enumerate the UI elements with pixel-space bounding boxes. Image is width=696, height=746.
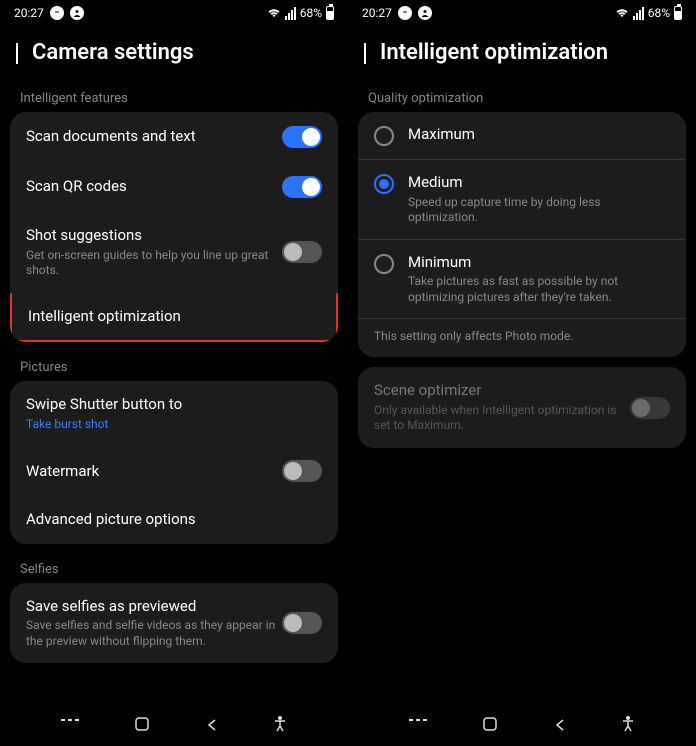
section-label-pictures: Pictures (10, 352, 338, 381)
toggle-scan-documents[interactable] (282, 126, 322, 148)
radio-row-medium[interactable]: Medium Speed up capture time by doing le… (358, 160, 686, 240)
row-subtitle: Take pictures as fast as possible by not… (408, 274, 670, 305)
toggle-scene-optimizer (630, 397, 670, 419)
section-label-quality: Quality optimization (358, 83, 686, 112)
row-title: Scan QR codes (26, 177, 282, 197)
radio-row-minimum[interactable]: Minimum Take pictures as fast as possibl… (358, 240, 686, 320)
header: Intelligent optimization (348, 26, 696, 83)
card-intelligent-features: Scan documents and text Scan QR codes Sh… (10, 112, 338, 342)
screen-intelligent-optimization: 20:27 − 68% Intelligent optimization Qua… (348, 0, 696, 746)
status-time: 20:27 (362, 6, 392, 20)
row-scan-documents[interactable]: Scan documents and text (10, 112, 338, 162)
page-title: Camera settings (32, 40, 194, 65)
back-button[interactable] (364, 43, 366, 62)
row-advanced-picture[interactable]: Advanced picture options (10, 496, 338, 544)
header: Camera settings (0, 26, 348, 83)
row-title: Medium (408, 173, 670, 193)
card-quality-optimization: Maximum Medium Speed up capture time by … (358, 112, 686, 357)
signal-icon (285, 7, 296, 20)
row-watermark[interactable]: Watermark (10, 446, 338, 496)
row-subtitle: Only available when Intelligent optimiza… (374, 403, 630, 434)
battery-percent: 68% (300, 6, 322, 20)
nav-back-icon[interactable] (206, 717, 218, 736)
status-minus-icon: − (398, 6, 412, 20)
nav-home-icon[interactable] (134, 716, 150, 736)
card-selfies: Save selfies as previewed Save selfies a… (10, 583, 338, 664)
status-time: 20:27 (14, 6, 44, 20)
row-subtitle: Speed up capture time by doing less opti… (408, 195, 670, 226)
row-intelligent-optimization[interactable]: Intelligent optimization (10, 293, 338, 343)
radio-row-maximum[interactable]: Maximum (358, 112, 686, 160)
row-shot-suggestions[interactable]: Shot suggestions Get on-screen guides to… (10, 212, 338, 293)
wifi-icon (267, 8, 281, 18)
row-title: Scan documents and text (26, 127, 282, 147)
nav-accessibility-icon[interactable] (621, 716, 635, 736)
section-label-intelligent: Intelligent features (10, 83, 338, 112)
chevron-left-icon (16, 43, 18, 64)
wifi-icon (615, 8, 629, 18)
row-title: Intelligent optimization (28, 307, 320, 327)
radio-icon (374, 254, 394, 274)
chevron-left-icon (364, 43, 366, 64)
row-subtitle: Save selfies and selfie videos as they a… (26, 618, 282, 649)
status-minus-icon: − (50, 6, 64, 20)
status-bar: 20:27 − 68% (0, 0, 348, 26)
toggle-scan-qr[interactable] (282, 176, 322, 198)
nav-accessibility-icon[interactable] (273, 716, 287, 736)
nav-recent-icon[interactable] (409, 717, 427, 736)
radio-icon-selected (374, 174, 394, 194)
nav-back-icon[interactable] (554, 717, 566, 736)
row-title: Swipe Shutter button to (26, 395, 322, 415)
card-scene-optimizer: Scene optimizer Only available when Inte… (358, 367, 686, 448)
row-title: Maximum (408, 125, 670, 145)
row-subtitle: Get on-screen guides to help you line up… (26, 248, 282, 279)
note-photo-mode: This setting only affects Photo mode. (358, 319, 686, 357)
row-title: Watermark (26, 462, 282, 482)
row-save-selfies[interactable]: Save selfies as previewed Save selfies a… (10, 583, 338, 664)
status-bar: 20:27 − 68% (348, 0, 696, 26)
battery-icon (674, 6, 682, 20)
battery-percent: 68% (648, 6, 670, 20)
status-profile-icon (70, 6, 84, 20)
nav-bar (348, 706, 696, 746)
toggle-save-selfies[interactable] (282, 612, 322, 634)
battery-icon (326, 6, 334, 20)
row-title: Minimum (408, 253, 670, 273)
toggle-shot-suggestions[interactable] (282, 241, 322, 263)
section-label-selfies: Selfies (10, 554, 338, 583)
signal-icon (633, 7, 644, 20)
row-title: Shot suggestions (26, 226, 282, 246)
row-title: Save selfies as previewed (26, 597, 282, 617)
page-title: Intelligent optimization (380, 40, 608, 65)
status-profile-icon (418, 6, 432, 20)
row-scene-optimizer: Scene optimizer Only available when Inte… (358, 367, 686, 448)
card-pictures: Swipe Shutter button to Take burst shot … (10, 381, 338, 544)
screen-camera-settings: 20:27 − 68% Camera settings Intelligent … (0, 0, 348, 746)
row-title: Scene optimizer (374, 381, 630, 401)
row-scan-qr[interactable]: Scan QR codes (10, 162, 338, 212)
nav-home-icon[interactable] (482, 716, 498, 736)
row-swipe-shutter[interactable]: Swipe Shutter button to Take burst shot (10, 381, 338, 446)
row-title: Advanced picture options (26, 510, 322, 530)
nav-recent-icon[interactable] (61, 717, 79, 736)
row-subtitle: Take burst shot (26, 417, 322, 433)
toggle-watermark[interactable] (282, 460, 322, 482)
nav-bar (0, 706, 348, 746)
radio-icon (374, 126, 394, 146)
back-button[interactable] (16, 43, 18, 62)
